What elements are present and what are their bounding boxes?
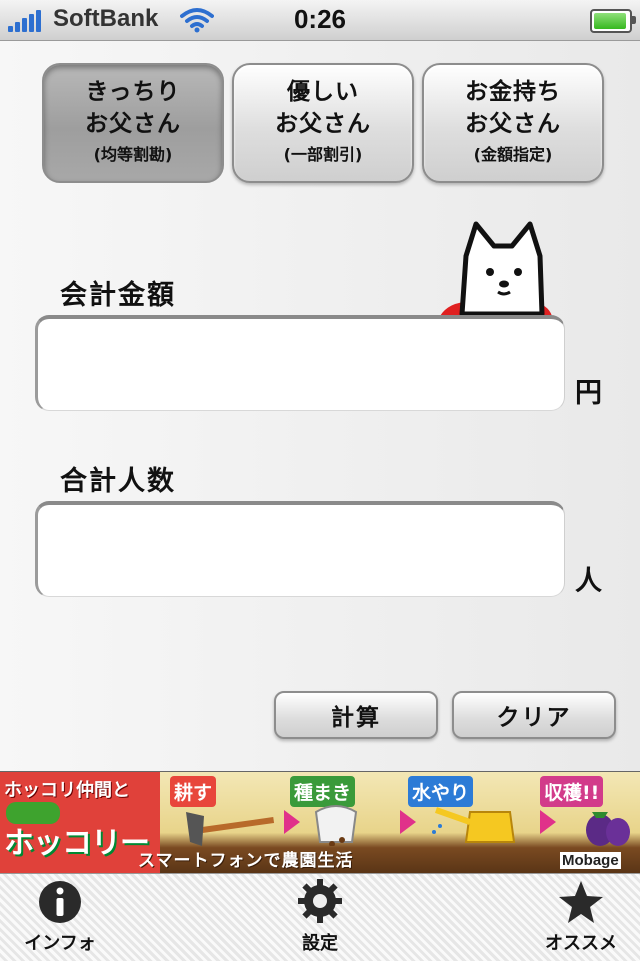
mode-label-line2: お父さん (85, 111, 181, 137)
tab-label: インフォ (24, 933, 96, 954)
total-amount-label: 会計金額 (60, 280, 176, 311)
eggplant-icon (586, 812, 630, 846)
clear-button[interactable]: クリア (452, 691, 616, 739)
ad-logo-text: ホッコリーナ (4, 826, 150, 873)
tab-bar: インフォ 設定 オススメ (0, 873, 640, 961)
tab-recommended[interactable]: オススメ (522, 874, 640, 961)
seed-bag-icon (314, 805, 358, 846)
mode-button-amount-specified[interactable]: お金持ち お父さん (金額指定) (422, 63, 604, 183)
total-amount-input[interactable] (35, 315, 565, 411)
mode-label-line1: お金持ち (465, 79, 561, 105)
mode-label-line2: お父さん (465, 111, 561, 137)
mode-label-line1: きっちり (85, 79, 181, 105)
info-icon (39, 881, 81, 923)
ad-arrow-icon (540, 810, 556, 834)
ad-tagline: スマートフォンで農園生活 (138, 851, 354, 871)
ad-headline: ホッコリ仲間と (4, 780, 130, 801)
mode-label-sub: (金額指定) (473, 145, 553, 164)
tab-info[interactable]: インフォ (0, 874, 120, 961)
hoe-icon (186, 812, 275, 846)
tab-label: 設定 (302, 933, 338, 954)
ad-arrow-icon (400, 810, 416, 834)
tab-settings[interactable]: 設定 (260, 874, 380, 961)
tab-label: オススメ (545, 933, 617, 954)
calculate-button[interactable]: 計算 (274, 691, 438, 739)
ad-logo-panel: ホッコリ仲間と ホッコリーナ (0, 772, 160, 873)
status-bar: SoftBank 0:26 (0, 0, 640, 41)
yen-unit-label: 円 (575, 378, 602, 409)
mode-label-sub: (均等割勘) (93, 145, 173, 164)
mode-label-line1: 優しい (287, 79, 359, 105)
main-content: きっちり お父さん (均等割勘) 優しい お父さん (一部割引) お金持ち お父… (0, 41, 640, 771)
status-time: 0:26 (293, 4, 347, 34)
people-count-input[interactable] (35, 501, 565, 597)
mode-button-partial-discount[interactable]: 優しい お父さん (一部割引) (232, 63, 414, 183)
dog-mascot-icon (440, 221, 552, 317)
ad-brand: Mobage (560, 852, 621, 869)
people-unit-label: 人 (575, 566, 602, 597)
star-icon (559, 881, 603, 923)
mode-label-line2: お父さん (275, 111, 371, 137)
gear-icon (298, 879, 342, 923)
ad-arrow-icon (284, 810, 300, 834)
people-count-label: 合計人数 (60, 466, 176, 497)
ad-step-1: 耕す (170, 776, 217, 807)
battery-icon (590, 9, 636, 33)
watering-can-icon (432, 807, 516, 843)
ad-banner[interactable]: ホッコリ仲間と ホッコリーナ 耕す 種まき 水やり 収穫!! スマートフォンで農… (0, 771, 640, 873)
mode-label-sub: (一部割引) (283, 145, 363, 164)
mode-button-equal-split[interactable]: きっちり お父さん (均等割勘) (42, 63, 224, 183)
